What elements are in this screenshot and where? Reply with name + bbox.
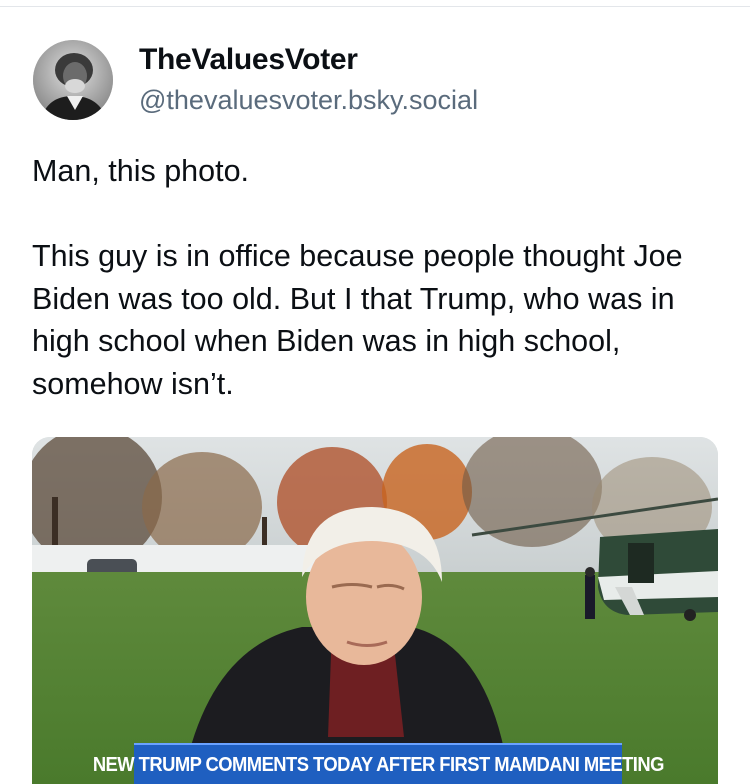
- top-divider: [0, 6, 750, 7]
- chyron-text: NEW TRUMP COMMENTS TODAY AFTER FIRST MAM…: [92, 754, 664, 776]
- post-image[interactable]: NEW TRUMP COMMENTS TODAY AFTER FIRST MAM…: [32, 437, 718, 784]
- post-text-paragraph: This guy is in office because people tho…: [32, 239, 683, 401]
- news-chyron: NEW TRUMP COMMENTS TODAY AFTER FIRST MAM…: [92, 743, 664, 784]
- avatar-portrait-image: [33, 40, 113, 120]
- author-display-name[interactable]: TheValuesVoter: [139, 43, 358, 77]
- post-body: Man, this photo. This guy is in office b…: [32, 150, 732, 405]
- news-photo-image: [32, 437, 718, 784]
- author-handle[interactable]: @thevaluesvoter.bsky.social: [139, 85, 478, 116]
- author-avatar[interactable]: [33, 40, 113, 120]
- post-text-paragraph: Man, this photo.: [32, 154, 250, 188]
